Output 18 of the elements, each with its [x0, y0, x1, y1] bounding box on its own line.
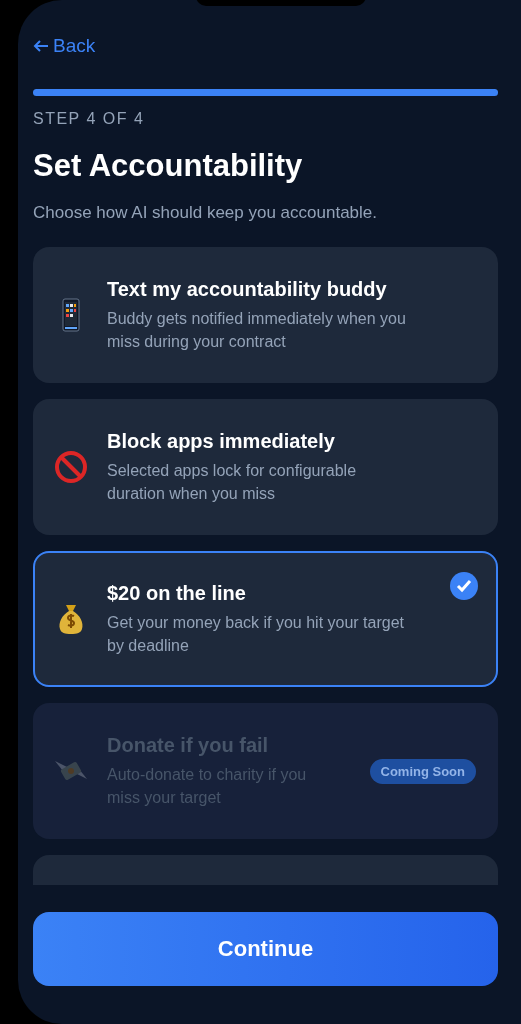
- option-description: Buddy gets notified immediately when you miss during your contract: [107, 308, 407, 352]
- option-title: Block apps immediately: [107, 429, 336, 453]
- option-title: Text my accountability buddy: [107, 277, 388, 301]
- option-card[interactable]: $20 on the line Get your money back if you hit your target by deadline: [33, 551, 498, 687]
- check-icon: [449, 571, 479, 601]
- option-card[interactable]: Text my accountability buddy Buddy gets notified immediately when you miss during your contract: [33, 247, 498, 383]
- page-title: Set Accountability: [33, 148, 304, 184]
- option-description: Get your money back if you hit your target by deadline: [107, 612, 406, 656]
- option-card[interactable]: Block apps immediately Selected apps lock for configurable duration when you miss: [33, 399, 498, 535]
- option-description: Selected apps lock for configurable duration when you miss: [107, 460, 358, 504]
- page-subtitle: Choose how AI should keep you accountable.: [33, 203, 379, 223]
- coming-soon-badge: Coming Soon: [369, 758, 476, 784]
- back-arrow-icon: [33, 39, 49, 53]
- continue-button[interactable]: Continue: [33, 912, 498, 986]
- prohibited-icon: [53, 449, 89, 485]
- option-title: $20 on the line: [107, 581, 247, 605]
- step-label: STEP 4 OF 4: [33, 110, 146, 128]
- back-link[interactable]: Back: [33, 32, 96, 60]
